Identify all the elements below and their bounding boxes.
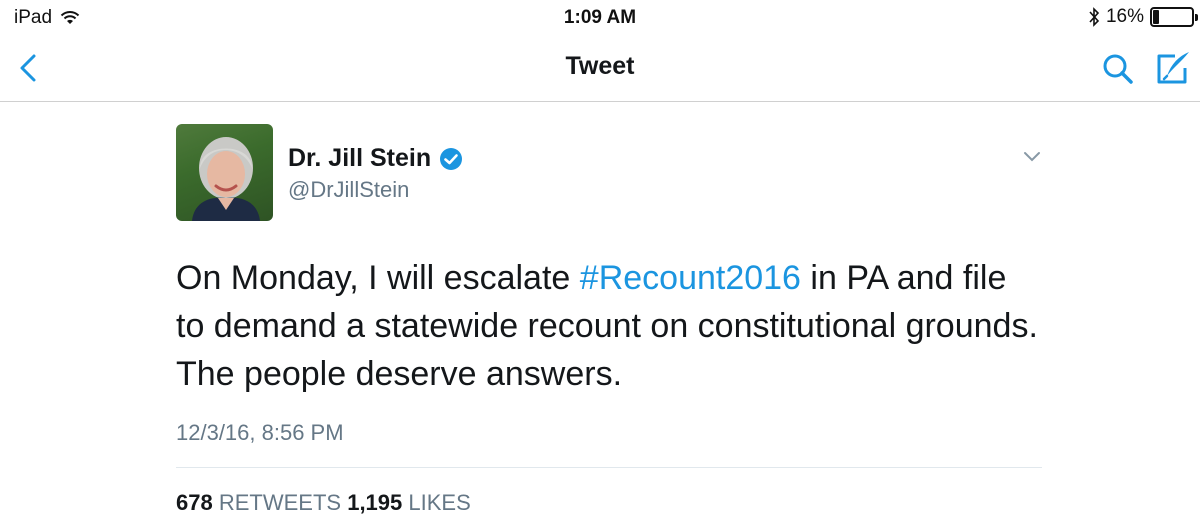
author-name[interactable]: Dr. Jill Stein	[288, 144, 431, 173]
status-bar: iPad 1:09 AM 16%	[0, 0, 1200, 34]
search-icon[interactable]	[1098, 50, 1138, 90]
bluetooth-icon	[1089, 7, 1100, 27]
likes-label[interactable]: LIKES	[408, 490, 470, 515]
tweet-stats: 678 RETWEETS 1,195 LIKES	[176, 490, 471, 516]
compose-icon[interactable]	[1153, 48, 1193, 88]
tweet-text-before: On Monday, I will escalate	[176, 259, 580, 297]
tweet-text: On Monday, I will escalate #Recount2016 …	[176, 254, 1042, 398]
navigation-bar: Tweet	[0, 34, 1200, 102]
tweet-timestamp: 12/3/16, 8:56 PM	[176, 420, 344, 445]
page-title: Tweet	[565, 52, 635, 80]
battery-icon	[1150, 7, 1198, 27]
chevron-down-icon[interactable]	[1022, 150, 1042, 164]
avatar[interactable]	[176, 124, 273, 221]
divider	[176, 467, 1042, 468]
avatar-portrait	[192, 137, 260, 221]
status-right: 16%	[1088, 6, 1198, 28]
clock: 1:09 AM	[563, 7, 637, 28]
hashtag-link[interactable]: #Recount2016	[580, 259, 801, 297]
retweets-count[interactable]: 678	[176, 490, 213, 515]
battery-fill	[1153, 10, 1159, 24]
author-handle[interactable]: @DrJillStein	[288, 177, 409, 203]
verified-badge-icon	[440, 147, 463, 170]
battery-percent: 16%	[1105, 6, 1144, 27]
likes-count[interactable]: 1,195	[347, 490, 402, 515]
retweets-label[interactable]: RETWEETS	[219, 490, 341, 515]
author-name-row: Dr. Jill Stein	[288, 144, 463, 173]
